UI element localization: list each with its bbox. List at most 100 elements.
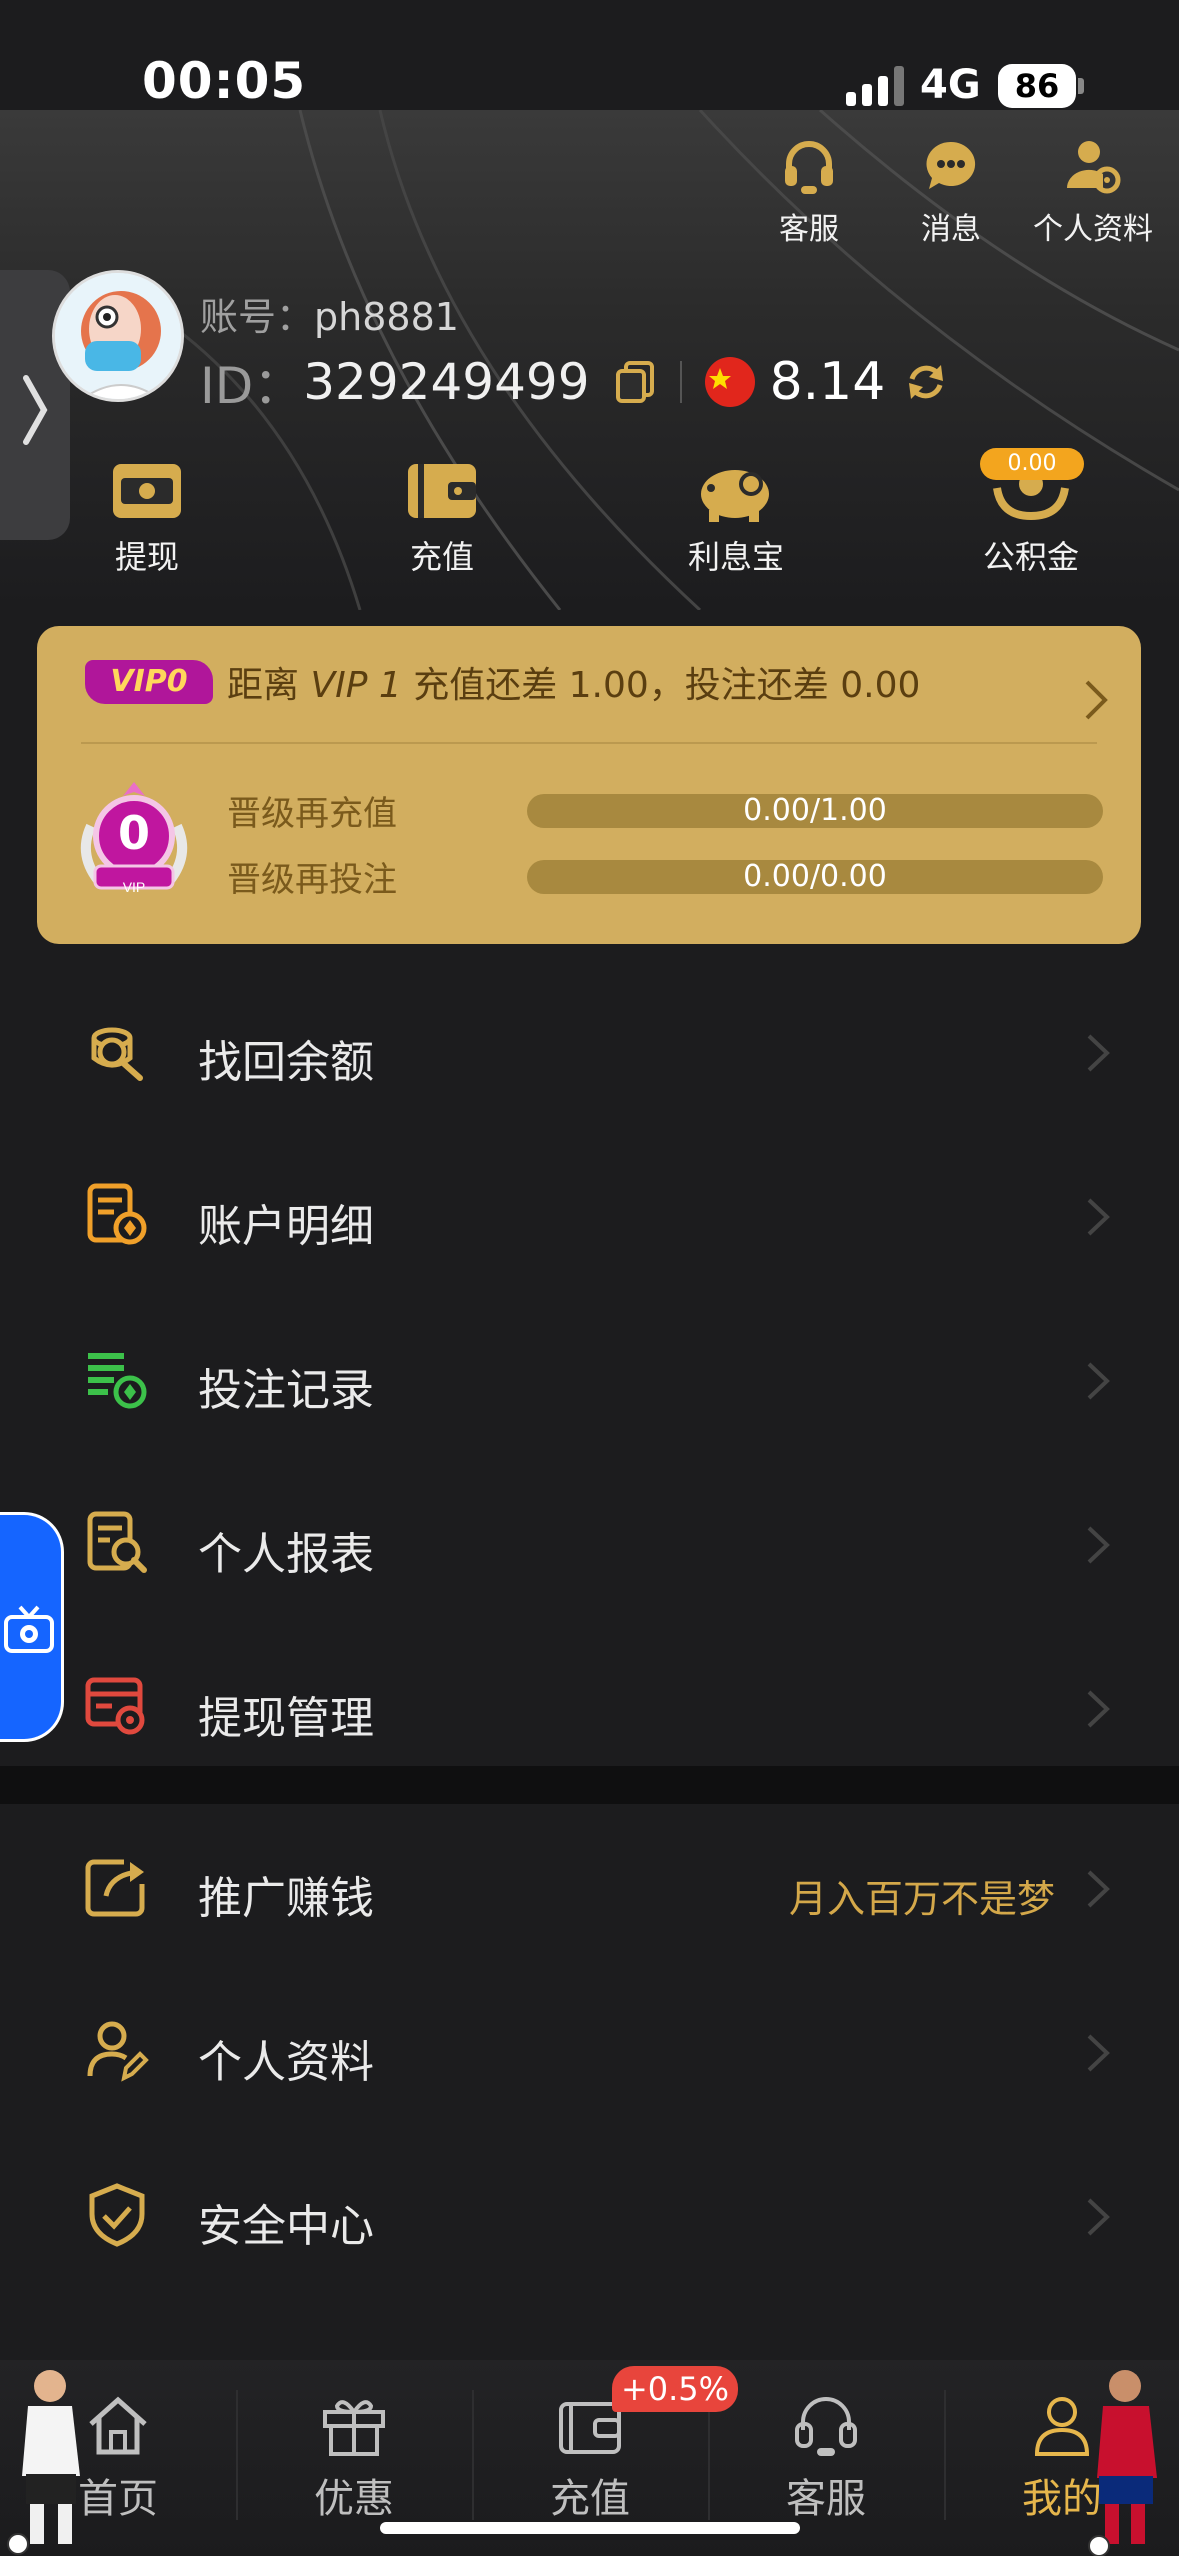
deposit-label: 充值 bbox=[409, 538, 474, 576]
balance-value: 8.14 bbox=[769, 352, 886, 412]
battery-icon: 86 bbox=[998, 64, 1076, 108]
promotion-slogan: 月入百万不是梦 bbox=[788, 1877, 1055, 1921]
customer-service-label: 客服 bbox=[779, 212, 839, 247]
nav-label-promotions: 优惠 bbox=[314, 2476, 394, 2522]
profile-button[interactable]: 个人资料 bbox=[1023, 136, 1163, 248]
headset-icon bbox=[795, 2397, 857, 2456]
menu-label-withdraw-manage: 提现管理 bbox=[198, 1693, 374, 1744]
profile-header: 客服 消息 个人资料 账号：ph8881 ID： 329249499 8.14 … bbox=[0, 110, 1179, 610]
status-bar: 00:05 4G 86 bbox=[0, 0, 1179, 110]
upgrade-bet-label: 晋级再投注 bbox=[227, 860, 397, 900]
chevron-right-icon bbox=[1085, 680, 1108, 720]
section-separator bbox=[0, 1766, 1179, 1804]
deposit-promo-badge: +0.5% bbox=[612, 2366, 738, 2412]
id-label: ID： bbox=[200, 357, 304, 415]
menu-label-personal-info: 个人资料 bbox=[198, 2037, 374, 2088]
menu-item-personal-report[interactable]: 个人报表 bbox=[0, 1472, 1179, 1636]
vip-card[interactable]: VIP0 距离 VIP 1 充值还差 1.00，投注还差 0.00 VIP 0 … bbox=[37, 626, 1141, 944]
menu-label-security-center: 安全中心 bbox=[198, 2201, 374, 2252]
menu-item-promotion[interactable]: 推广赚钱 月入百万不是梦 bbox=[0, 1816, 1179, 1980]
vip-divider bbox=[81, 742, 1097, 744]
headset-icon bbox=[785, 141, 833, 194]
tv-icon bbox=[4, 1605, 54, 1653]
avatar[interactable] bbox=[52, 270, 184, 402]
piggy-bank-icon bbox=[701, 470, 769, 522]
coins-search-icon bbox=[91, 1027, 143, 1081]
interest-button[interactable]: 利息宝 bbox=[656, 458, 816, 578]
football-player-left-image bbox=[7, 2370, 80, 2555]
avatar-image bbox=[55, 273, 181, 399]
id-balance-row: ID： 329249499 8.14 bbox=[200, 346, 949, 418]
vip-medal-icon: VIP 0 bbox=[71, 776, 197, 906]
signal-icon bbox=[846, 66, 904, 106]
vip-next-level: VIP 1 bbox=[310, 665, 402, 706]
messages-button[interactable]: 消息 bbox=[881, 136, 1021, 248]
chevron-right-icon bbox=[1087, 1034, 1110, 1072]
menu-item-bet-record[interactable]: 投注记录 bbox=[0, 1308, 1179, 1472]
chevron-right-icon bbox=[1087, 1690, 1110, 1728]
account-value: ph8881 bbox=[314, 295, 459, 339]
provident-fund-badge: 0.00 bbox=[980, 448, 1084, 480]
chevron-right-icon bbox=[1087, 1870, 1110, 1908]
copy-icon[interactable] bbox=[612, 359, 658, 405]
customer-service-button[interactable]: 客服 bbox=[739, 136, 879, 248]
battery-tip bbox=[1078, 78, 1084, 94]
withdraw-manage-icon bbox=[85, 1677, 145, 1735]
status-time: 00:05 bbox=[142, 52, 307, 110]
header-top-icons: 客服 消息 个人资料 bbox=[739, 136, 1179, 248]
message-icon bbox=[926, 141, 976, 189]
gift-icon bbox=[323, 2400, 385, 2456]
menu-label-personal-report: 个人报表 bbox=[198, 1529, 374, 1580]
upgrade-deposit-progress: 0.00/1.00 bbox=[527, 794, 1103, 828]
account-label: 账号： bbox=[200, 295, 315, 339]
chevron-right-icon bbox=[1087, 1198, 1110, 1236]
vip-level-tag: VIP0 bbox=[85, 660, 213, 704]
medal-vip-text: VIP bbox=[123, 879, 146, 895]
withdraw-label: 提现 bbox=[114, 538, 179, 576]
nav-label-deposit: 充值 bbox=[550, 2476, 630, 2522]
menu-label-promotion: 推广赚钱 bbox=[198, 1873, 374, 1924]
menu-label-bet-record: 投注记录 bbox=[198, 1365, 374, 1416]
menu-label-recover-balance: 找回余额 bbox=[198, 1037, 374, 1088]
menu-item-recover-balance[interactable]: 找回余额 bbox=[0, 980, 1179, 1144]
messages-label: 消息 bbox=[921, 212, 981, 247]
network-type: 4G bbox=[920, 62, 981, 108]
menu-item-security-center[interactable]: 安全中心 bbox=[0, 2144, 1179, 2308]
account-detail-icon bbox=[87, 1183, 147, 1245]
shield-check-icon bbox=[89, 2183, 145, 2247]
profile-settings-icon bbox=[1066, 141, 1121, 194]
menu-item-account-detail[interactable]: 账户明细 bbox=[0, 1144, 1179, 1308]
vip-title-prefix: 距离 bbox=[227, 665, 311, 706]
chevron-right-icon bbox=[1087, 1362, 1110, 1400]
chevron-right-icon bbox=[1087, 2198, 1110, 2236]
share-icon bbox=[85, 1859, 145, 1917]
deposit-button[interactable]: 充值 bbox=[362, 458, 522, 578]
wallet-icon bbox=[408, 464, 476, 518]
chevron-right-icon bbox=[23, 375, 48, 445]
chevron-right-icon bbox=[1087, 2034, 1110, 2072]
chevron-right-icon bbox=[1087, 1526, 1110, 1564]
report-search-icon bbox=[87, 1511, 147, 1573]
refresh-icon[interactable] bbox=[903, 359, 949, 405]
upgrade-deposit-label: 晋级再充值 bbox=[227, 794, 397, 834]
divider bbox=[679, 361, 682, 403]
user-edit-icon bbox=[87, 2021, 149, 2082]
withdraw-button[interactable]: 提现 bbox=[67, 458, 227, 578]
china-flag-icon bbox=[704, 357, 755, 407]
nav-label-customer-service: 客服 bbox=[786, 2476, 866, 2522]
vip-level-number: 0 bbox=[117, 806, 150, 860]
vip-title-suffix: 充值还差 1.00，投注还差 0.00 bbox=[401, 665, 921, 706]
menu-item-personal-info[interactable]: 个人资料 bbox=[0, 1980, 1179, 2144]
provident-fund-label: 公积金 bbox=[982, 538, 1079, 576]
bet-record-icon bbox=[88, 1353, 147, 1409]
withdraw-icon bbox=[113, 464, 181, 518]
menu-label-account-detail: 账户明细 bbox=[198, 1201, 374, 1252]
profile-label: 个人资料 bbox=[1033, 212, 1153, 247]
football-player-right-image bbox=[1088, 2370, 1157, 2556]
upgrade-bet-progress: 0.00/0.00 bbox=[527, 860, 1103, 894]
vip-title: 距离 VIP 1 充值还差 1.00，投注还差 0.00 bbox=[227, 656, 920, 708]
interest-label: 利息宝 bbox=[687, 538, 784, 576]
home-indicator[interactable] bbox=[380, 2522, 800, 2534]
floating-live-tv-button[interactable] bbox=[0, 1512, 64, 1742]
id-value: 329249499 bbox=[303, 353, 590, 411]
